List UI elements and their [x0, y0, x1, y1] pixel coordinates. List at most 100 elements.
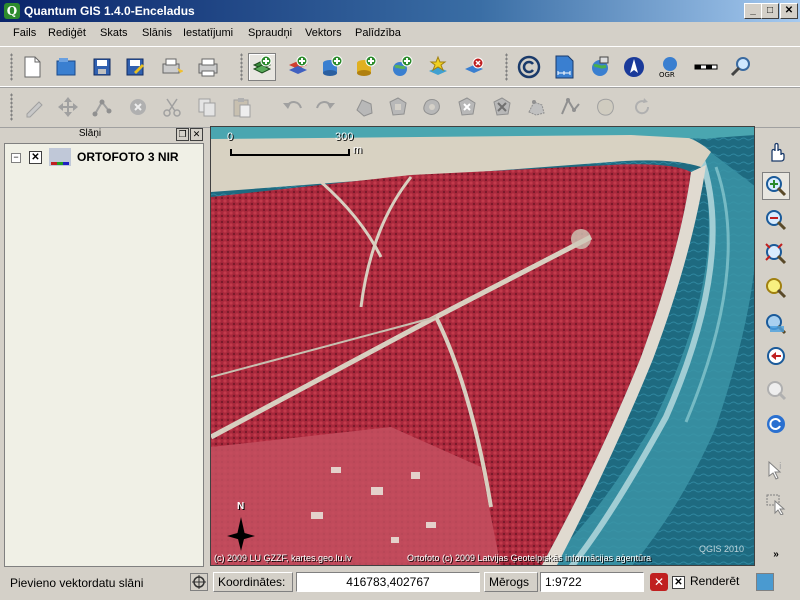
- zoom-next-icon[interactable]: [762, 376, 790, 404]
- float-panel-button[interactable]: ❐: [176, 128, 189, 141]
- menu-spraudni[interactable]: Spraudņi: [248, 27, 292, 39]
- ogr-converter-icon[interactable]: OGR: [656, 53, 684, 81]
- scale-end-label: 300: [335, 131, 354, 143]
- map-navigation-toolbar: i »: [758, 126, 796, 566]
- merge-icon[interactable]: [592, 93, 620, 121]
- zoom-full-icon[interactable]: [762, 240, 790, 268]
- add-postgis-layer-icon[interactable]: [318, 53, 346, 81]
- add-spatialite-layer-icon[interactable]: [352, 53, 380, 81]
- delete-ring-icon[interactable]: [453, 93, 481, 121]
- new-project-icon[interactable]: [18, 53, 46, 81]
- layer-item[interactable]: − ✕ ORTOFOTO 3 NIR: [7, 148, 201, 168]
- maximize-button[interactable]: □: [761, 3, 779, 19]
- add-vector-layer-icon[interactable]: [248, 53, 276, 81]
- paste-icon[interactable]: [228, 93, 256, 121]
- collapse-icon[interactable]: −: [11, 153, 21, 163]
- layers-panel[interactable]: − ✕ ORTOFOTO 3 NIR: [4, 143, 204, 567]
- layers-panel-title: Slāņi: [78, 128, 102, 139]
- move-feature-icon[interactable]: [54, 93, 82, 121]
- rotate-icon[interactable]: [628, 93, 656, 121]
- scale-label: Mērogs: [484, 572, 538, 592]
- menu-iestatijumi[interactable]: Iestatījumi: [183, 27, 233, 39]
- cut-icon[interactable]: [158, 93, 186, 121]
- title-bar: Q Quantum GIS 1.4.0-Enceladus _ □ ✕: [0, 0, 800, 22]
- menu-palidziba[interactable]: Palīdzība: [355, 27, 401, 39]
- coordinates-field[interactable]: 416783,402767: [296, 572, 480, 592]
- svg-text:OGR: OGR: [659, 71, 675, 79]
- menu-fails[interactable]: Fails: [13, 27, 36, 39]
- zoom-last-icon[interactable]: [762, 342, 790, 370]
- more-tools-chevron-icon[interactable]: »: [762, 546, 790, 562]
- scale-field[interactable]: 1:9722: [540, 572, 644, 592]
- scale-start-label: 0: [227, 131, 234, 143]
- add-wms-layer-icon[interactable]: [388, 53, 416, 81]
- stop-render-icon[interactable]: ✕: [650, 573, 668, 591]
- toolbar-grip[interactable]: [10, 93, 13, 121]
- delete-part-icon[interactable]: [488, 93, 516, 121]
- north-arrow-icon[interactable]: [620, 53, 648, 81]
- svg-text:i: i: [779, 462, 782, 472]
- toolbar-grip[interactable]: [240, 53, 243, 81]
- scale-bar-doc-icon[interactable]: [550, 53, 578, 81]
- undo-icon[interactable]: [278, 93, 306, 121]
- scale-unit-label: m: [353, 144, 363, 156]
- menu-bar: Fails Rediģēt Skats Slānis Iestatījumi S…: [0, 24, 800, 44]
- save-as-icon[interactable]: [121, 53, 149, 81]
- node-tool-icon[interactable]: [88, 93, 116, 121]
- zoom-in-icon[interactable]: [762, 172, 790, 200]
- window-title: Quantum GIS 1.4.0-Enceladus: [24, 4, 195, 18]
- coordinate-capture-icon[interactable]: [190, 573, 208, 591]
- add-island-icon[interactable]: [418, 93, 446, 121]
- map-canvas[interactable]: 0 300 m N (c) 2009 LU ĢZZF, kartes.geo.l…: [210, 126, 755, 566]
- layer-name: ORTOFOTO 3 NIR: [77, 150, 179, 164]
- save-project-icon[interactable]: [88, 53, 116, 81]
- qgis-logo-icon: Q: [4, 3, 20, 19]
- digitizing-toolbar: [0, 86, 800, 128]
- reshape-icon[interactable]: [522, 93, 550, 121]
- zoom-selection-icon[interactable]: [762, 310, 790, 338]
- new-vector-layer-icon[interactable]: [424, 53, 452, 81]
- gps-icon[interactable]: [586, 53, 614, 81]
- toolbar-grip[interactable]: [505, 53, 508, 81]
- toolbar-grip[interactable]: [10, 53, 13, 81]
- print-composer-icon[interactable]: [158, 53, 186, 81]
- identify-icon[interactable]: i: [762, 456, 790, 484]
- main-toolbar: OGR: [0, 46, 800, 88]
- select-icon[interactable]: [762, 490, 790, 518]
- zoom-layer-icon[interactable]: [762, 274, 790, 302]
- pan-icon[interactable]: [762, 138, 790, 166]
- attribution-right: Ortofoto (c) 2009 Latvijas Ģeotelpiskās …: [407, 553, 652, 563]
- menu-vektors[interactable]: Vektors: [305, 27, 342, 39]
- close-button[interactable]: ✕: [780, 3, 798, 19]
- copyright-icon[interactable]: [515, 53, 543, 81]
- refresh-icon[interactable]: [762, 410, 790, 438]
- split-icon[interactable]: [556, 93, 584, 121]
- scale-bar-icon[interactable]: [692, 53, 720, 81]
- render-label: Renderēt: [690, 574, 740, 588]
- render-checkbox[interactable]: ✕: [672, 576, 685, 589]
- menu-skats[interactable]: Skats: [100, 27, 128, 39]
- toggle-edit-icon[interactable]: [20, 93, 48, 121]
- add-ring-icon[interactable]: [384, 93, 412, 121]
- menu-rediget[interactable]: Rediģēt: [48, 27, 86, 39]
- simplify-icon[interactable]: [350, 93, 378, 121]
- layer-visibility-checkbox[interactable]: ✕: [29, 151, 42, 164]
- copy-icon[interactable]: [193, 93, 221, 121]
- menu-slanis[interactable]: Slānis: [142, 27, 172, 39]
- open-project-icon[interactable]: [53, 53, 81, 81]
- status-bar: Pievieno vektordatu slāni Koordinātes: 4…: [0, 570, 800, 600]
- projection-status-icon[interactable]: [756, 573, 774, 591]
- search-icon[interactable]: [727, 53, 755, 81]
- print-icon[interactable]: [194, 53, 222, 81]
- zoom-out-icon[interactable]: [762, 206, 790, 234]
- coordinates-label: Koordinātes:: [213, 572, 293, 592]
- add-raster-layer-icon[interactable]: [284, 53, 312, 81]
- minimize-button[interactable]: _: [744, 3, 762, 19]
- watermark: QGIS 2010: [699, 544, 745, 554]
- redo-icon[interactable]: [312, 93, 340, 121]
- status-message: Pievieno vektordatu slāni: [10, 576, 144, 590]
- attribution-left: (c) 2009 LU ĢZZF, kartes.geo.lu.lv: [214, 553, 352, 563]
- close-panel-button[interactable]: ✕: [190, 128, 203, 141]
- remove-layer-icon[interactable]: [460, 53, 488, 81]
- delete-feature-icon[interactable]: [124, 93, 152, 121]
